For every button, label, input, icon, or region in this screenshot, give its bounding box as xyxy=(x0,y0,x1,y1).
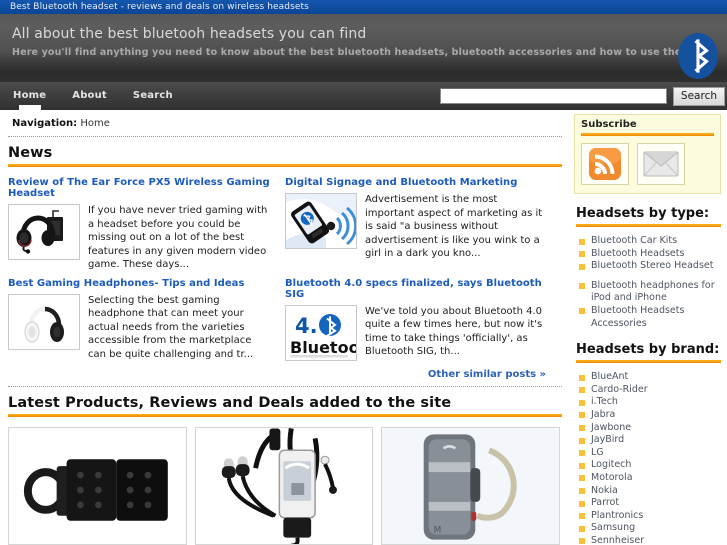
nav-item-home[interactable]: Home xyxy=(0,82,59,110)
subscribe-box: Subscribe xyxy=(574,114,721,194)
site-banner: All about the best bluetooh headsets you… xyxy=(0,14,727,82)
news-item: Review of The Ear Force PX5 Wireless Gam… xyxy=(8,177,285,272)
headsets-by-type-heading: Headsets by type: xyxy=(576,206,710,221)
sidebar-brand-item[interactable]: Plantronics xyxy=(578,510,721,523)
product-card[interactable] xyxy=(8,427,187,545)
svg-text:M: M xyxy=(434,526,442,536)
sidebar-brand-item[interactable]: JayBird xyxy=(578,434,721,447)
news-item-title[interactable]: Bluetooth 4.0 specs finalized, says Blue… xyxy=(285,278,548,300)
browser-title-bar: Best Bluetooth headset - reviews and dea… xyxy=(0,0,727,14)
header-search-form: Search xyxy=(439,82,727,110)
white-headphones-thumb[interactable] xyxy=(8,293,80,350)
sidebar-type-item[interactable]: Bluetooth Stereo Headset xyxy=(578,260,721,273)
subscribe-icon-row xyxy=(581,143,714,185)
svg-text:Bluetooth: Bluetooth xyxy=(290,338,356,357)
news-item-title[interactable]: Digital Signage and Bluetooth Marketing xyxy=(285,177,548,188)
news-item: Best Gaming Headphones- Tips and Ideas S… xyxy=(8,278,285,362)
sidebar-brand-item[interactable]: Logitech xyxy=(578,459,721,472)
nav-item-search[interactable]: Search xyxy=(120,82,186,110)
latest-section-divider xyxy=(8,386,562,387)
sidebar-brand-item[interactable]: Parrot xyxy=(578,497,721,510)
silver-motorola-headset: M xyxy=(382,428,560,544)
bluetooth-logo-icon xyxy=(677,32,719,80)
news-item-excerpt: Advertisement is the most important aspe… xyxy=(365,194,543,259)
news-item-excerpt: Selecting the best gaming headphone that… xyxy=(88,294,254,360)
main-navigation-bar: Home About Search Search xyxy=(0,82,727,110)
other-similar-posts-link[interactable]: Other similar posts » xyxy=(8,369,562,380)
svg-text:4.: 4. xyxy=(295,314,318,338)
sidebar-brand-item[interactable]: LG xyxy=(578,447,721,460)
stereo-earbuds-with-adapter xyxy=(195,428,373,544)
sidebar-brand-item[interactable]: Motorola xyxy=(578,472,721,485)
main-content: Navigation: Home News Review of The Ear … xyxy=(0,110,570,545)
sidebar-type-item[interactable]: Bluetooth Headsets xyxy=(578,248,721,261)
black-bluetooth-earpiece xyxy=(9,428,186,544)
bluetooth-phone-signal-thumb[interactable] xyxy=(285,193,357,249)
news-item-excerpt: If you have never tried gaming with a he… xyxy=(88,205,268,270)
sidebar-brand-item[interactable]: Samsung xyxy=(578,522,721,535)
headsets-by-type-rule xyxy=(576,224,721,227)
headsets-by-brand-list: BlueAnt Cardo-Rider i.Tech Jabra Jawbone… xyxy=(574,371,721,545)
sidebar-brand-item[interactable]: Jabra xyxy=(578,409,721,422)
nav-item-about[interactable]: About xyxy=(59,82,120,110)
breadcrumb-divider xyxy=(8,136,562,137)
site-subheadline: Here you'll find anything you need to kn… xyxy=(12,47,692,58)
headsets-by-type-list: Bluetooth Car Kits Bluetooth Headsets Bl… xyxy=(574,235,721,330)
breadcrumb-current[interactable]: Home xyxy=(80,118,110,129)
sidebar-type-item[interactable]: Bluetooth Headsets Accessories xyxy=(578,305,721,330)
search-input[interactable] xyxy=(439,88,667,104)
rss-feed-icon[interactable] xyxy=(581,143,629,185)
page-body: Navigation: Home News Review of The Ear … xyxy=(0,110,727,545)
news-item-body: 4. Bluetooth We've told you about Blueto… xyxy=(285,304,548,361)
sidebar-brand-item[interactable]: Jawbone xyxy=(578,422,721,435)
bluetooth-40-logo-thumb[interactable]: 4. Bluetooth xyxy=(285,304,357,361)
email-envelope-icon[interactable] xyxy=(637,143,685,185)
sidebar: Subscribe Headsets by type: Bluetooth Ca… xyxy=(570,110,727,545)
search-button[interactable]: Search xyxy=(672,86,725,106)
sidebar-type-item[interactable]: Bluetooth headphones for iPod and iPhone xyxy=(578,280,721,305)
subscribe-rule xyxy=(581,133,714,136)
sidebar-brand-item[interactable]: Cardo-Rider xyxy=(578,384,721,397)
sidebar-brand-item[interactable]: BlueAnt xyxy=(578,371,721,384)
gaming-headset-thumb[interactable] xyxy=(8,204,80,260)
news-item-body: Advertisement is the most important aspe… xyxy=(285,193,548,261)
product-card[interactable]: M xyxy=(381,427,561,545)
product-card[interactable] xyxy=(194,427,374,545)
news-item-body: If you have never tried gaming with a he… xyxy=(8,204,271,272)
sidebar-brand-item[interactable]: Nokia xyxy=(578,485,721,498)
site-headline: All about the best bluetooh headsets you… xyxy=(12,26,367,42)
news-item-excerpt: We've told you about Bluetooth 4.0 quite… xyxy=(365,305,543,358)
breadcrumb: Navigation: Home xyxy=(8,110,562,136)
news-section-title: News xyxy=(8,145,53,161)
subscribe-title: Subscribe xyxy=(581,119,637,130)
latest-section-title: Latest Products, Reviews and Deals added… xyxy=(8,395,452,411)
headsets-by-brand-heading: Headsets by brand: xyxy=(576,342,720,358)
news-item-title[interactable]: Best Gaming Headphones- Tips and Ideas xyxy=(8,278,271,289)
latest-products-row: M xyxy=(8,427,562,545)
headsets-by-brand-rule xyxy=(576,360,721,364)
breadcrumb-label: Navigation: xyxy=(12,118,78,129)
sidebar-brand-item[interactable]: Sennheiser xyxy=(578,535,721,545)
news-grid: Review of The Ear Force PX5 Wireless Gam… xyxy=(8,177,562,367)
news-item-title[interactable]: Review of The Ear Force PX5 Wireless Gam… xyxy=(8,177,271,199)
news-section-rule xyxy=(8,164,562,167)
sidebar-brand-item[interactable]: i.Tech xyxy=(578,396,721,409)
news-item: Digital Signage and Bluetooth Marketing xyxy=(285,177,562,272)
news-item-body: Selecting the best gaming headphone that… xyxy=(8,293,271,362)
latest-section-rule xyxy=(8,414,562,417)
news-item: Bluetooth 4.0 specs finalized, says Blue… xyxy=(285,278,562,362)
sidebar-type-item[interactable]: Bluetooth Car Kits xyxy=(578,235,721,248)
browser-title-text: Best Bluetooth headset - reviews and dea… xyxy=(10,2,309,12)
nav-item-list: Home About Search xyxy=(0,82,186,110)
